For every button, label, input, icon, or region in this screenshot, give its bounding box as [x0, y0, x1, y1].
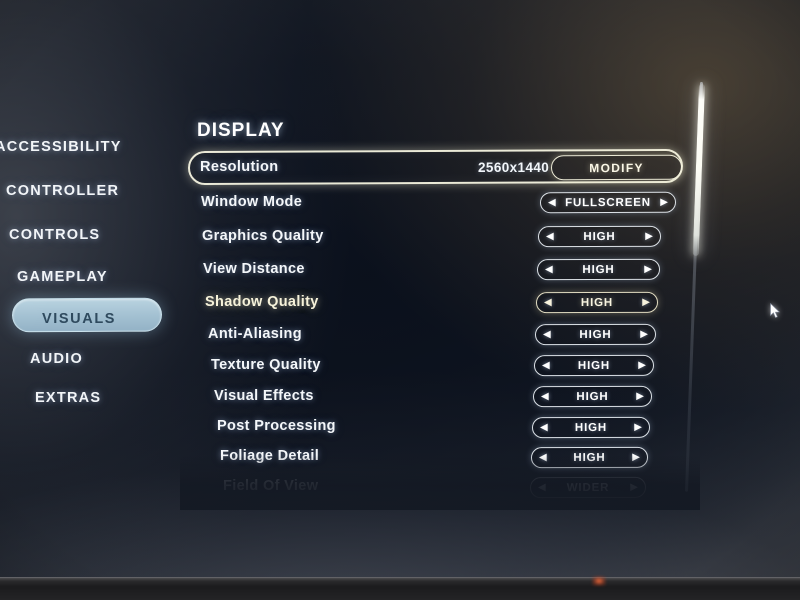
stepper-texture-quality[interactable]: ◀ HIGH ▶	[533, 354, 655, 377]
stepper-value: HIGH	[573, 451, 606, 464]
modify-resolution-button[interactable]: MODIFY	[550, 154, 683, 181]
stepper-value: FULLSCREEN	[565, 196, 651, 209]
chevron-left-icon[interactable]: ◀	[538, 482, 546, 493]
stepper-value: HIGH	[577, 359, 611, 372]
chevron-left-icon[interactable]: ◀	[546, 231, 554, 242]
row-label: Anti-Aliasing	[208, 326, 302, 342]
row-label: Resolution	[200, 159, 279, 175]
monitor-bezel	[0, 577, 800, 600]
chevron-right-icon[interactable]: ▶	[638, 359, 646, 370]
display-settings-panel: DISPLAY Resolution 2560x1440 MODIFY Wind…	[0, 0, 800, 600]
stepper-value: HIGH	[574, 421, 608, 434]
chevron-left-icon[interactable]: ◀	[548, 197, 556, 208]
stepper-window-mode[interactable]: ◀ FULLSCREEN ▶	[539, 191, 677, 214]
stepper-visual-effects[interactable]: ◀ HIGH ▶	[532, 385, 653, 408]
stepper-value: WIDER	[566, 481, 610, 494]
stepper-post-processing[interactable]: ◀ HIGH ▶	[531, 416, 651, 439]
stepper-anti-aliasing[interactable]: ◀ HIGH ▶	[534, 323, 657, 346]
modify-button-label: MODIFY	[589, 160, 644, 175]
chevron-left-icon[interactable]: ◀	[539, 452, 547, 463]
chevron-left-icon[interactable]: ◀	[544, 297, 552, 308]
chevron-right-icon[interactable]: ▶	[645, 230, 653, 241]
chevron-right-icon[interactable]: ▶	[660, 196, 668, 207]
chevron-left-icon[interactable]: ◀	[543, 329, 551, 340]
chevron-right-icon[interactable]: ▶	[642, 296, 650, 307]
chevron-right-icon[interactable]: ▶	[644, 263, 652, 274]
stepper-graphics-quality[interactable]: ◀ HIGH ▶	[537, 225, 662, 248]
stepper-value: HIGH	[576, 390, 609, 403]
stepper-shadow-quality[interactable]: ◀ HIGH ▶	[535, 291, 659, 314]
chevron-left-icon[interactable]: ◀	[541, 391, 549, 402]
chevron-right-icon[interactable]: ▶	[640, 328, 648, 339]
row-label: View Distance	[203, 261, 305, 277]
scrollbar-thumb[interactable]	[692, 83, 705, 256]
stepper-value: HIGH	[583, 230, 616, 243]
row-label: Visual Effects	[214, 388, 314, 404]
power-led-indicator	[592, 576, 606, 586]
chevron-right-icon[interactable]: ▶	[634, 421, 642, 432]
game-settings-ui: ACCESSIBILITY CONTROLLER CONTROLS GAMEPL…	[0, 0, 800, 600]
chevron-right-icon[interactable]: ▶	[632, 451, 640, 462]
chevron-right-icon[interactable]: ▶	[630, 481, 638, 492]
row-label: Post Processing	[217, 418, 336, 434]
chevron-right-icon[interactable]: ▶	[636, 390, 644, 401]
stepper-value: HIGH	[579, 328, 612, 341]
page-title: DISPLAY	[197, 120, 285, 141]
row-label: Window Mode	[201, 194, 303, 210]
stepper-value: HIGH	[580, 296, 614, 309]
chevron-left-icon[interactable]: ◀	[540, 422, 548, 433]
row-label: Shadow Quality	[205, 294, 319, 310]
chevron-left-icon[interactable]: ◀	[542, 360, 550, 371]
row-label: Field Of View	[223, 478, 319, 494]
stepper-field-of-view[interactable]: ◀ WIDER ▶	[529, 476, 647, 499]
monitor-screen: ACCESSIBILITY CONTROLLER CONTROLS GAMEPL…	[0, 0, 800, 600]
stepper-value: HIGH	[582, 263, 615, 276]
stepper-foliage-detail[interactable]: ◀ HIGH ▶	[530, 446, 649, 469]
mouse-cursor	[770, 303, 781, 319]
stepper-view-distance[interactable]: ◀ HIGH ▶	[536, 258, 661, 281]
resolution-value: 2560x1440	[478, 160, 550, 175]
row-label: Graphics Quality	[202, 228, 324, 244]
chevron-left-icon[interactable]: ◀	[545, 264, 553, 275]
row-label: Foliage Detail	[220, 448, 320, 464]
row-label: Texture Quality	[211, 357, 321, 373]
